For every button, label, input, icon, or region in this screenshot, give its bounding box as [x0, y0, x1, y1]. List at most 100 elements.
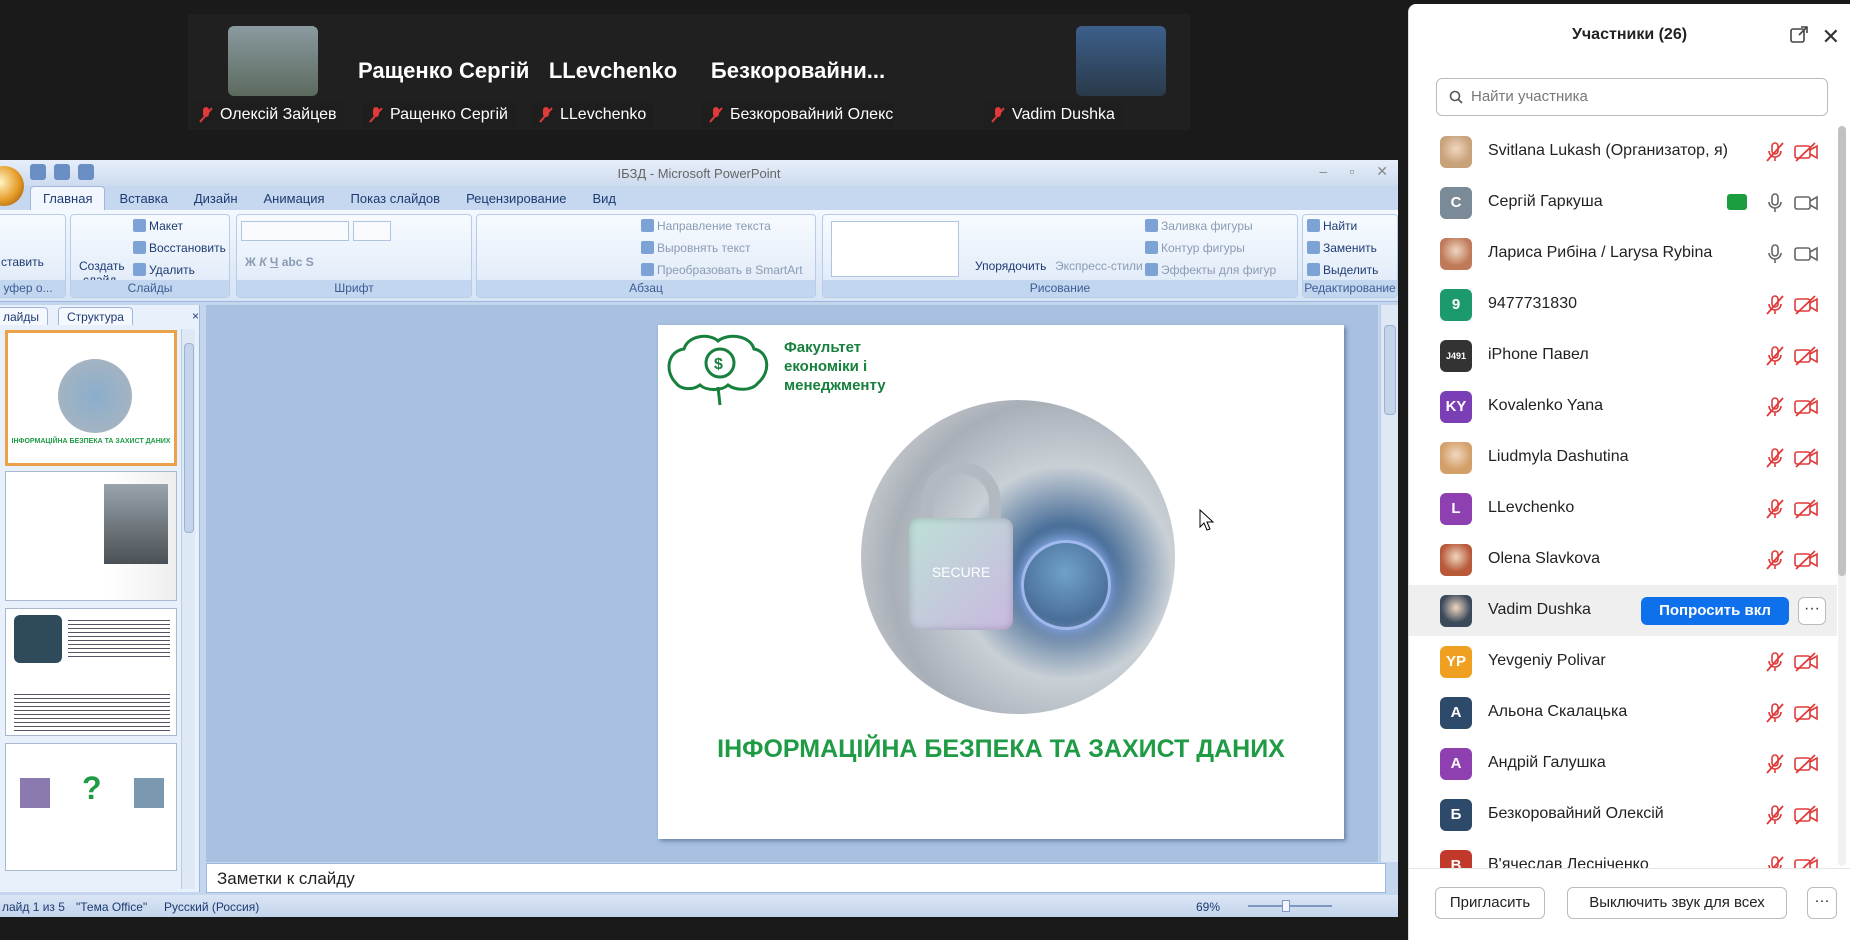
- ask-unmute-button[interactable]: Попросить вкл: [1641, 597, 1789, 625]
- slide-canvas[interactable]: $ Факультет економіки і менеджменту SECU…: [658, 325, 1344, 839]
- mic-muted-icon[interactable]: [1764, 651, 1786, 673]
- close-icon[interactable]: ✕: [1822, 24, 1840, 50]
- participant-row[interactable]: А Альона Скалацька: [1409, 687, 1837, 738]
- camera-off-icon[interactable]: [1793, 549, 1819, 571]
- notes-pane[interactable]: Заметки к слайду: [206, 863, 1386, 893]
- video-tile[interactable]: Vadim Dushka: [984, 14, 1178, 130]
- camera-off-icon[interactable]: [1793, 753, 1819, 775]
- camera-off-icon[interactable]: [1793, 804, 1819, 826]
- video-tile[interactable]: Безкоровайни... Безкоровайний Олекс...: [698, 14, 898, 130]
- mic-muted-icon[interactable]: [1764, 753, 1786, 775]
- mic-muted-icon[interactable]: [1764, 804, 1786, 826]
- font-size-select[interactable]: [353, 221, 391, 241]
- camera-off-icon[interactable]: [1793, 345, 1819, 367]
- align-text-button[interactable]: Выровнять текст: [657, 241, 750, 255]
- quick-styles-button[interactable]: Экспресс-стили: [1055, 259, 1143, 273]
- slide-thumbnail[interactable]: [5, 608, 177, 736]
- mic-icon[interactable]: [1764, 192, 1786, 214]
- mic-muted-icon[interactable]: [1764, 294, 1786, 316]
- shape-fill-button[interactable]: Заливка фигуры: [1161, 219, 1253, 233]
- tab-home[interactable]: Главная: [30, 186, 106, 210]
- replace-button[interactable]: Заменить: [1323, 241, 1377, 255]
- camera-off-icon[interactable]: [1793, 294, 1819, 316]
- select-button[interactable]: Выделить: [1323, 263, 1378, 277]
- shape-effects-button[interactable]: Эффекты для фигур: [1161, 263, 1276, 277]
- vertical-scrollbar[interactable]: [1380, 305, 1398, 862]
- slide-thumbnail[interactable]: ІНФОРМАЦІЙНА БЕЗПЕКА ТА ЗАХИСТ ДАНИХ: [5, 330, 177, 466]
- participant-name: 9477731830: [1488, 295, 1577, 312]
- participant-row[interactable]: J491 iPhone Павел: [1409, 330, 1837, 381]
- more-options-button[interactable]: ···: [1807, 887, 1837, 919]
- tab-review[interactable]: Рецензирование: [454, 187, 578, 210]
- delete-button[interactable]: Удалить: [149, 263, 195, 277]
- notes-placeholder: Заметки к слайду: [217, 869, 355, 888]
- minimize-icon[interactable]: –: [1320, 163, 1328, 180]
- tab-outline-panel[interactable]: Структура: [58, 307, 133, 325]
- new-slide-button[interactable]: Создать: [79, 259, 125, 273]
- camera-off-icon[interactable]: [1793, 396, 1819, 418]
- participant-row[interactable]: Vadim Dushka Попросить вкл ···: [1409, 585, 1837, 636]
- video-tile[interactable]: Олексій Зайцев: [188, 14, 358, 130]
- participant-row[interactable]: Olena Slavkova: [1409, 534, 1837, 585]
- slide-thumbnail[interactable]: [5, 471, 177, 601]
- camera-off-icon[interactable]: [1793, 651, 1819, 673]
- participant-row[interactable]: В В'ячеслав Лесніченко: [1409, 840, 1837, 868]
- participant-row[interactable]: YP Yevgeniy Polivar: [1409, 636, 1837, 687]
- camera-off-icon[interactable]: [1793, 498, 1819, 520]
- tab-insert[interactable]: Вставка: [107, 187, 179, 210]
- camera-icon[interactable]: [1793, 243, 1819, 265]
- mic-muted-icon[interactable]: [1764, 396, 1786, 418]
- zoom-slider[interactable]: [1230, 900, 1350, 912]
- arrange-button[interactable]: Упорядочить: [975, 259, 1046, 273]
- camera-off-icon[interactable]: [1793, 702, 1819, 724]
- mic-muted-icon[interactable]: [1764, 855, 1786, 868]
- mic-muted-icon[interactable]: [1764, 702, 1786, 724]
- mic-muted-icon[interactable]: [1764, 345, 1786, 367]
- shapes-gallery[interactable]: [831, 221, 959, 277]
- participant-row[interactable]: KY Kovalenko Yana: [1409, 381, 1837, 432]
- close-icon[interactable]: ×: [184, 307, 207, 325]
- tab-animation[interactable]: Анимация: [252, 187, 337, 210]
- mute-all-button[interactable]: Выключить звук для всех: [1567, 887, 1787, 919]
- participant-row[interactable]: Svitlana Lukash (Организатор, я): [1409, 126, 1837, 177]
- participant-row[interactable]: 9 9477731830: [1409, 279, 1837, 330]
- search-input[interactable]: Найти участника: [1436, 78, 1828, 116]
- mic-muted-icon[interactable]: [1764, 549, 1786, 571]
- camera-off-icon[interactable]: [1793, 855, 1819, 868]
- reset-button[interactable]: Восстановить: [149, 241, 226, 255]
- shape-outline-button[interactable]: Контур фигуры: [1161, 241, 1245, 255]
- invite-button[interactable]: Пригласить: [1435, 887, 1545, 919]
- participant-row[interactable]: Liudmyla Dashutina: [1409, 432, 1837, 483]
- paste-button[interactable]: ставить: [1, 255, 44, 269]
- panel-scrollbar[interactable]: [181, 329, 195, 889]
- participant-row[interactable]: L LLevchenko: [1409, 483, 1837, 534]
- smartart-button[interactable]: Преобразовать в SmartArt: [657, 263, 803, 277]
- camera-off-icon[interactable]: [1793, 141, 1819, 163]
- mic-muted-icon[interactable]: [1764, 141, 1786, 163]
- maximize-icon[interactable]: ▫: [1349, 163, 1354, 180]
- video-tile[interactable]: Ращенко Сергій Ращенко Сергій: [358, 14, 528, 130]
- camera-off-icon[interactable]: [1793, 447, 1819, 469]
- mic-muted-icon[interactable]: [1764, 447, 1786, 469]
- participant-row[interactable]: Б Безкоровайний Олексій: [1409, 789, 1837, 840]
- font-name-select[interactable]: [241, 221, 349, 241]
- participant-row[interactable]: А Андрій Галушка: [1409, 738, 1837, 789]
- slide-thumbnail[interactable]: ?: [5, 743, 177, 871]
- layout-button[interactable]: Макет: [149, 219, 183, 233]
- tab-slides-panel[interactable]: лайды: [0, 307, 49, 325]
- text-direction-button[interactable]: Направление текста: [657, 219, 771, 233]
- mic-icon[interactable]: [1764, 243, 1786, 265]
- tab-view[interactable]: Вид: [580, 187, 628, 210]
- more-options-button[interactable]: ···: [1798, 597, 1826, 625]
- participant-row[interactable]: Лариса Рибіна / Larysa Rybina: [1409, 228, 1837, 279]
- mic-muted-icon[interactable]: [1764, 498, 1786, 520]
- participant-row[interactable]: С Сергій Гаркуша: [1409, 177, 1837, 228]
- video-tile[interactable]: LLevchenko LLevchenko: [528, 14, 698, 130]
- list-scrollbar[interactable]: [1838, 126, 1846, 866]
- tab-design[interactable]: Дизайн: [182, 187, 250, 210]
- tab-slideshow[interactable]: Показ слайдов: [339, 187, 453, 210]
- find-button[interactable]: Найти: [1323, 219, 1357, 233]
- pop-out-icon[interactable]: [1790, 26, 1808, 44]
- camera-icon[interactable]: [1793, 192, 1819, 214]
- close-icon[interactable]: ✕: [1376, 163, 1388, 180]
